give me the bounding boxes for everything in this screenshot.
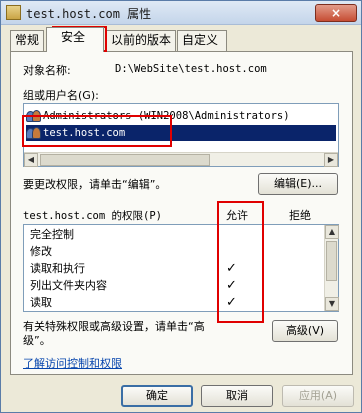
- user-group-icon: [26, 109, 41, 122]
- group-name: test.host.com: [43, 127, 126, 139]
- object-name-label: 对象名称:: [23, 64, 71, 77]
- window-title: test.host.com 属性: [26, 7, 152, 21]
- permission-name: 完全控制: [30, 228, 74, 241]
- edit-hint: 要更改权限，请单击“编辑”。: [23, 178, 167, 191]
- list-item-selected[interactable]: test.host.com: [26, 125, 336, 141]
- learn-access-control-link[interactable]: 了解访问控制和权限: [23, 355, 122, 371]
- tab-custom[interactable]: 自定义: [177, 30, 227, 51]
- permissions-label: test.host.com 的权限(P): [23, 210, 162, 222]
- permission-row: 读取和执行: [30, 260, 85, 277]
- permission-row: 读取: [30, 294, 52, 311]
- permissions-listbox[interactable]: 完全控制 修改 读取和执行 列出文件夹内容 读取 ✓ ✓ ✓ ▲ ▼: [23, 224, 339, 312]
- groups-listbox[interactable]: Administrators (WIN2008\Administrators) …: [23, 103, 339, 167]
- permission-row: 修改: [30, 243, 52, 260]
- group-name: Administrators (WIN2008\Administrators): [43, 110, 290, 122]
- allow-check-icon: ✓: [226, 295, 237, 310]
- scroll-thumb[interactable]: [40, 154, 210, 166]
- title-bar[interactable]: test.host.com 属性 ×: [1, 1, 361, 25]
- allow-check-icon: ✓: [226, 278, 237, 293]
- scroll-right-icon[interactable]: ▶: [324, 153, 338, 167]
- edit-button[interactable]: 编辑(E)...: [258, 173, 338, 195]
- scroll-left-icon[interactable]: ◀: [24, 153, 38, 167]
- close-button[interactable]: ×: [315, 4, 357, 22]
- properties-dialog: test.host.com 属性 × 常规 安全 以前的版本 自定义 对象名称:…: [0, 0, 362, 413]
- deny-header: 拒绝: [289, 209, 311, 222]
- permission-row: 完全控制: [30, 226, 74, 243]
- allow-check-icon: ✓: [226, 261, 237, 276]
- tab-general[interactable]: 常规: [10, 30, 44, 51]
- scroll-down-icon[interactable]: ▼: [325, 297, 339, 311]
- ok-button[interactable]: 确定: [121, 385, 193, 407]
- object-name-value: D:\WebSite\test.host.com: [115, 63, 267, 75]
- permission-name: 列出文件夹内容: [30, 279, 107, 292]
- list-item[interactable]: Administrators (WIN2008\Administrators): [26, 108, 290, 124]
- advanced-button[interactable]: 高级(V): [272, 320, 338, 342]
- permission-row: 列出文件夹内容: [30, 277, 107, 294]
- tab-security[interactable]: 安全: [46, 27, 104, 52]
- user-group-icon: [26, 126, 41, 139]
- groups-label: 组或用户名(G):: [23, 89, 99, 102]
- permission-name: 读取和执行: [30, 262, 85, 275]
- allow-header: 允许: [226, 209, 248, 222]
- vertical-scrollbar[interactable]: ▲ ▼: [324, 225, 339, 311]
- advanced-hint-line2: 级”。: [23, 334, 51, 347]
- cancel-button[interactable]: 取消: [201, 385, 273, 407]
- scroll-up-icon[interactable]: ▲: [325, 225, 339, 239]
- permission-name: 修改: [30, 245, 52, 258]
- scroll-thumb[interactable]: [326, 241, 337, 281]
- permission-name: 读取: [30, 296, 52, 309]
- apply-button[interactable]: 应用(A): [282, 385, 354, 407]
- tab-previous-versions[interactable]: 以前的版本: [106, 30, 176, 51]
- horizontal-scrollbar[interactable]: ◀ ▶: [24, 152, 338, 167]
- folder-icon: [6, 5, 21, 20]
- security-panel: 对象名称: D:\WebSite\test.host.com 组或用户名(G):…: [10, 51, 353, 375]
